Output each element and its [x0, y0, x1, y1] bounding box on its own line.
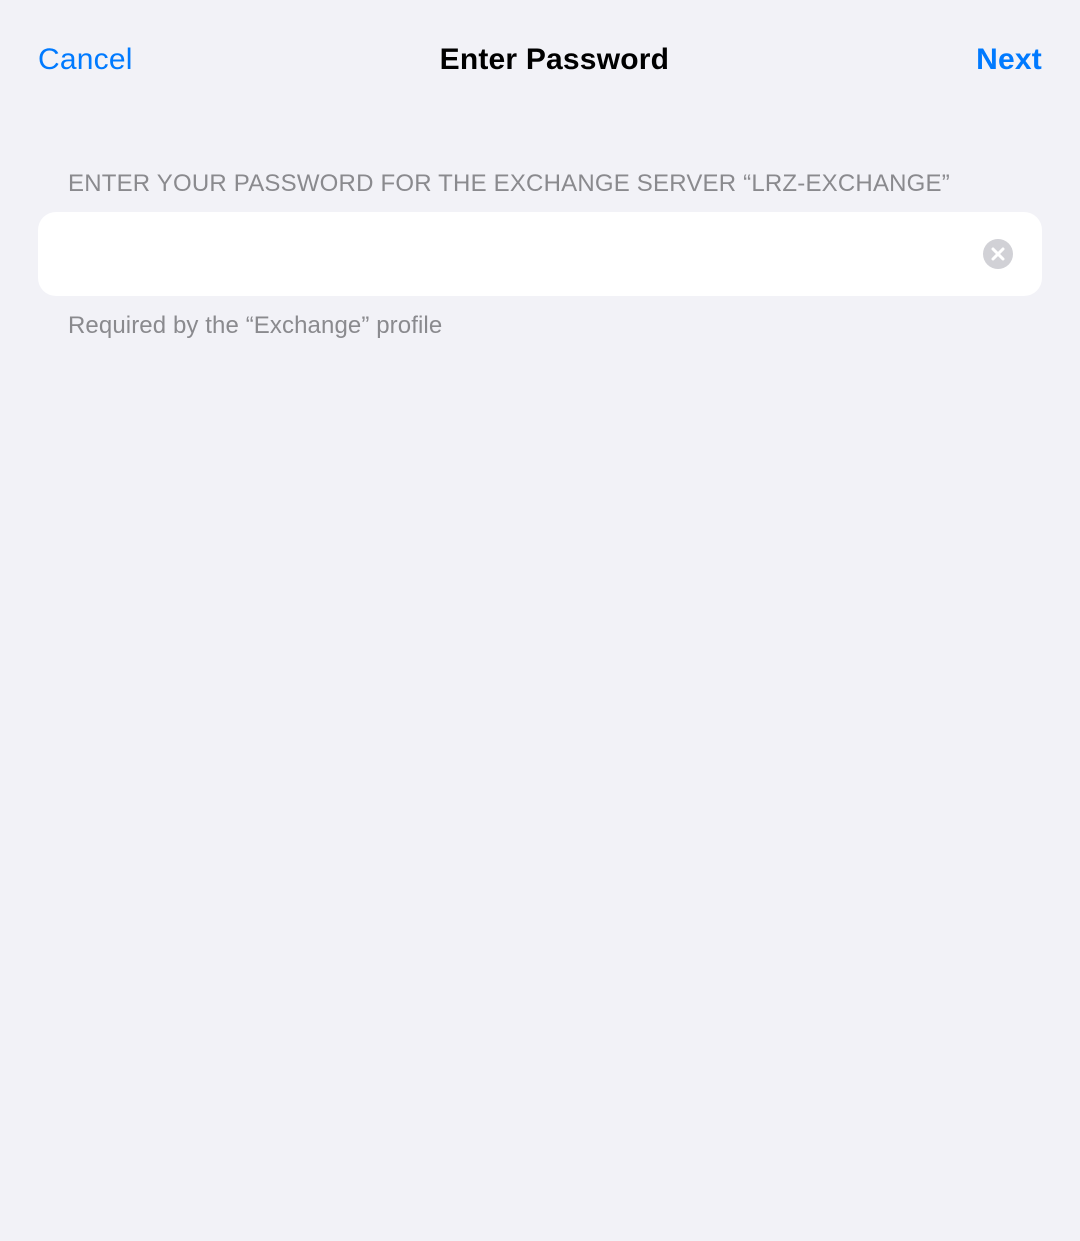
content-area: ENTER YOUR PASSWORD FOR THE EXCHANGE SER… [0, 88, 1080, 340]
password-input[interactable] [68, 212, 966, 296]
modal-title: Enter Password [133, 43, 977, 77]
clear-input-button[interactable] [982, 238, 1014, 270]
next-button[interactable]: Next [976, 42, 1042, 78]
password-field-row [38, 212, 1042, 296]
clear-circle-icon [983, 239, 1013, 269]
cancel-button[interactable]: Cancel [38, 42, 133, 78]
section-footer-label: Required by the “Exchange” profile [38, 296, 1042, 340]
modal-header: Cancel Enter Password Next [0, 0, 1080, 88]
section-header-label: ENTER YOUR PASSWORD FOR THE EXCHANGE SER… [38, 170, 1042, 212]
